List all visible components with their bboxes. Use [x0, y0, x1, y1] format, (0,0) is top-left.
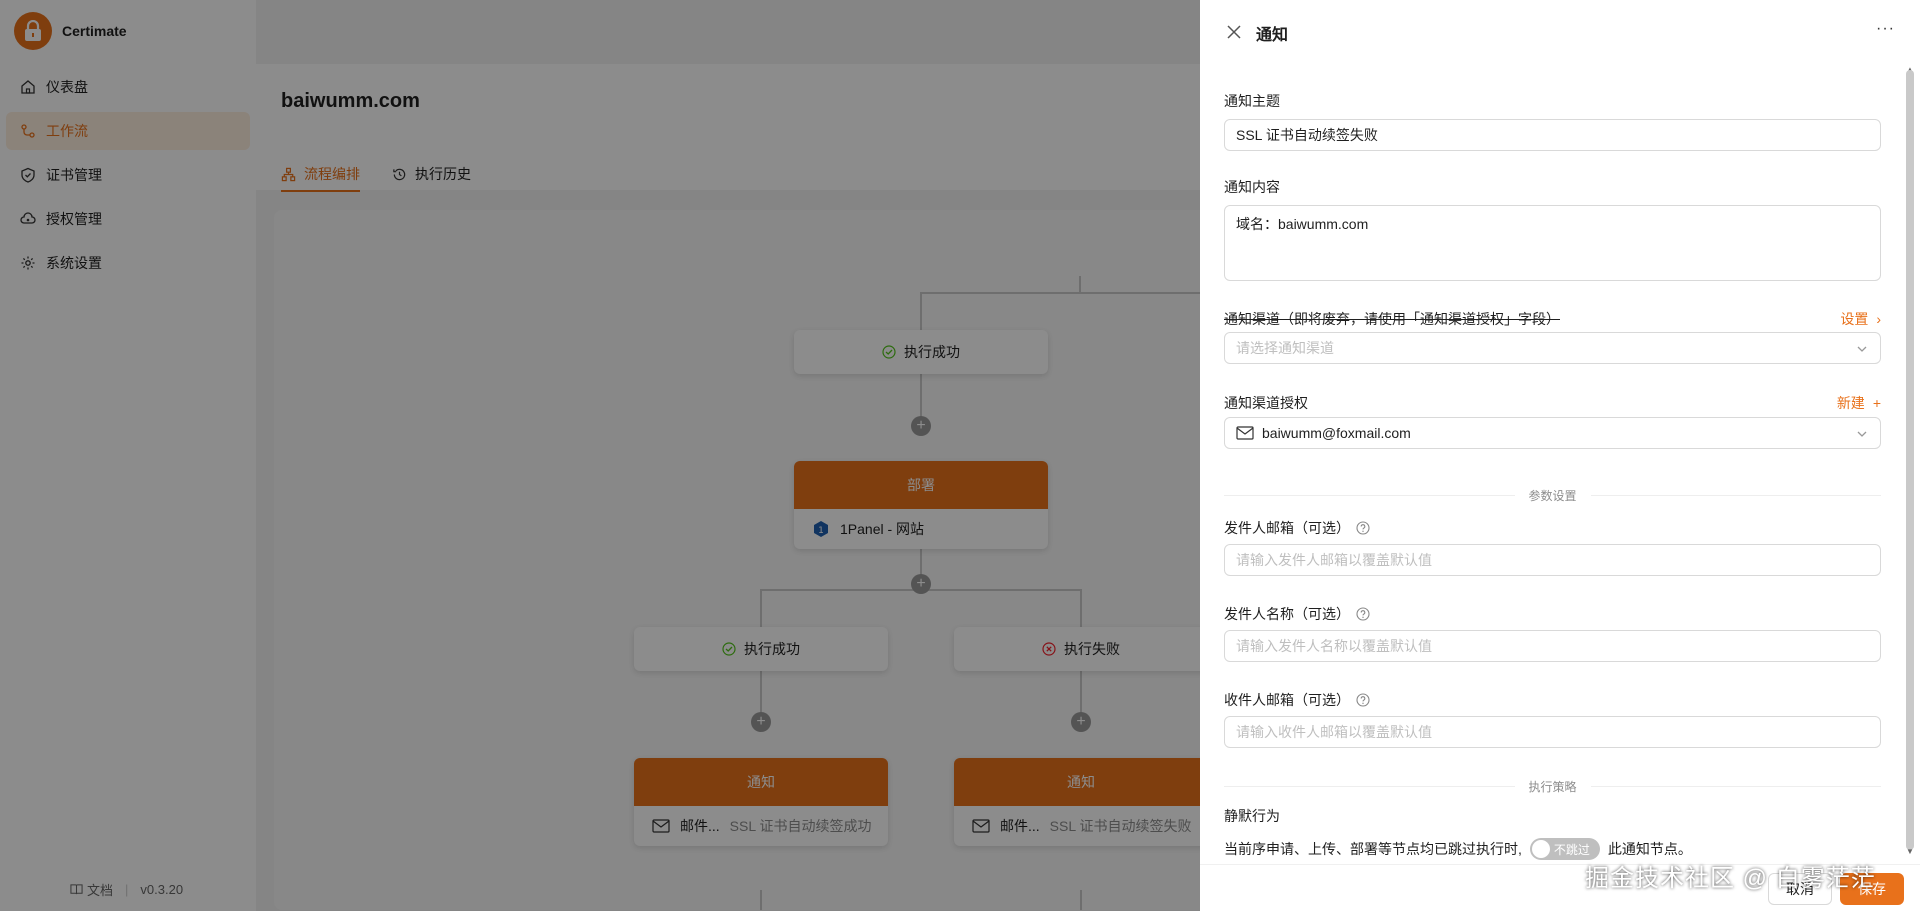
subject-input[interactable]: SSL 证书自动续签失败: [1224, 119, 1881, 151]
sender-name-input[interactable]: 请输入发件人名称以覆盖默认值: [1224, 630, 1881, 662]
question-circle-icon[interactable]: [1356, 607, 1370, 621]
access-select[interactable]: baiwumm@foxmail.com: [1224, 417, 1881, 449]
channel-select[interactable]: 请选择通知渠道: [1224, 332, 1881, 364]
drawer-header: 通知 ···: [1200, 0, 1920, 64]
channel-label: 通知渠道（即将废弃，请使用「通知渠道授权」字段）: [1224, 311, 1560, 327]
close-icon[interactable]: [1226, 24, 1242, 40]
more-icon[interactable]: ···: [1876, 20, 1895, 38]
strategy-divider: 执行策略: [1224, 776, 1881, 796]
channel-placeholder: 请选择通知渠道: [1236, 340, 1334, 356]
channel-settings-label: 设置: [1840, 311, 1869, 327]
skip-toggle[interactable]: 不跳过: [1529, 838, 1600, 860]
access-value: baiwumm@foxmail.com: [1262, 425, 1411, 441]
question-circle-icon[interactable]: [1356, 521, 1370, 535]
content-label: 通知内容: [1224, 179, 1280, 195]
chevron-down-icon: [1857, 346, 1867, 352]
toggle-knob: [1531, 840, 1550, 858]
silent-description: 当前序申请、上传、部署等节点均已跳过执行时, 不跳过 此通知节点。: [1224, 838, 1692, 860]
chevron-down-icon: [1857, 431, 1867, 437]
scroll-down-arrow[interactable]: ▼: [1906, 848, 1914, 856]
channel-settings-link[interactable]: 设置 ›: [1840, 309, 1881, 329]
recipient-label: 收件人邮箱（可选）: [1224, 690, 1370, 710]
access-label: 通知渠道授权: [1224, 395, 1308, 411]
drawer-mask[interactable]: [0, 0, 1200, 911]
divider-label: 执行策略: [1528, 779, 1577, 794]
access-new-link[interactable]: 新建 +: [1837, 393, 1881, 413]
question-circle-icon[interactable]: [1356, 693, 1370, 707]
silent-label: 静默行为: [1224, 808, 1280, 824]
label-text: 收件人邮箱（可选）: [1224, 692, 1350, 708]
sender-email-label: 发件人邮箱（可选）: [1224, 518, 1370, 538]
silent-desc-suffix: 此通知节点。: [1607, 841, 1692, 857]
recipient-input[interactable]: 请输入收件人邮箱以覆盖默认值: [1224, 716, 1881, 748]
label-text: 发件人邮箱（可选）: [1224, 520, 1350, 536]
subject-label: 通知主题: [1224, 93, 1280, 109]
watermark: 掘金技术社区 @ 白雾茫茫: [1585, 865, 1876, 892]
sender-email-input[interactable]: 请输入发件人邮箱以覆盖默认值: [1224, 544, 1881, 576]
plus-icon: +: [1872, 395, 1881, 411]
toggle-label: 不跳过: [1553, 842, 1590, 857]
drawer-body: 通知主题 SSL 证书自动续签失败 通知内容 域名：baiwumm.com 通知…: [1200, 64, 1900, 864]
chevron-right-icon: ›: [1876, 311, 1881, 327]
drawer-title: 通知: [1256, 27, 1289, 44]
access-new-label: 新建: [1836, 395, 1865, 411]
divider-label: 参数设置: [1528, 488, 1577, 503]
notify-config-drawer: 通知 ··· 通知主题 SSL 证书自动续签失败 通知内容 域名：baiwumm…: [1200, 0, 1920, 911]
sender-name-label: 发件人名称（可选）: [1224, 604, 1370, 624]
mail-icon: [1236, 426, 1254, 440]
label-text: 发件人名称（可选）: [1224, 606, 1350, 622]
params-divider: 参数设置: [1224, 485, 1881, 505]
content-textarea[interactable]: 域名：baiwumm.com: [1224, 205, 1881, 281]
drawer-scrollbar[interactable]: [1906, 70, 1914, 850]
silent-desc-prefix: 当前序申请、上传、部署等节点均已跳过执行时,: [1224, 841, 1522, 857]
